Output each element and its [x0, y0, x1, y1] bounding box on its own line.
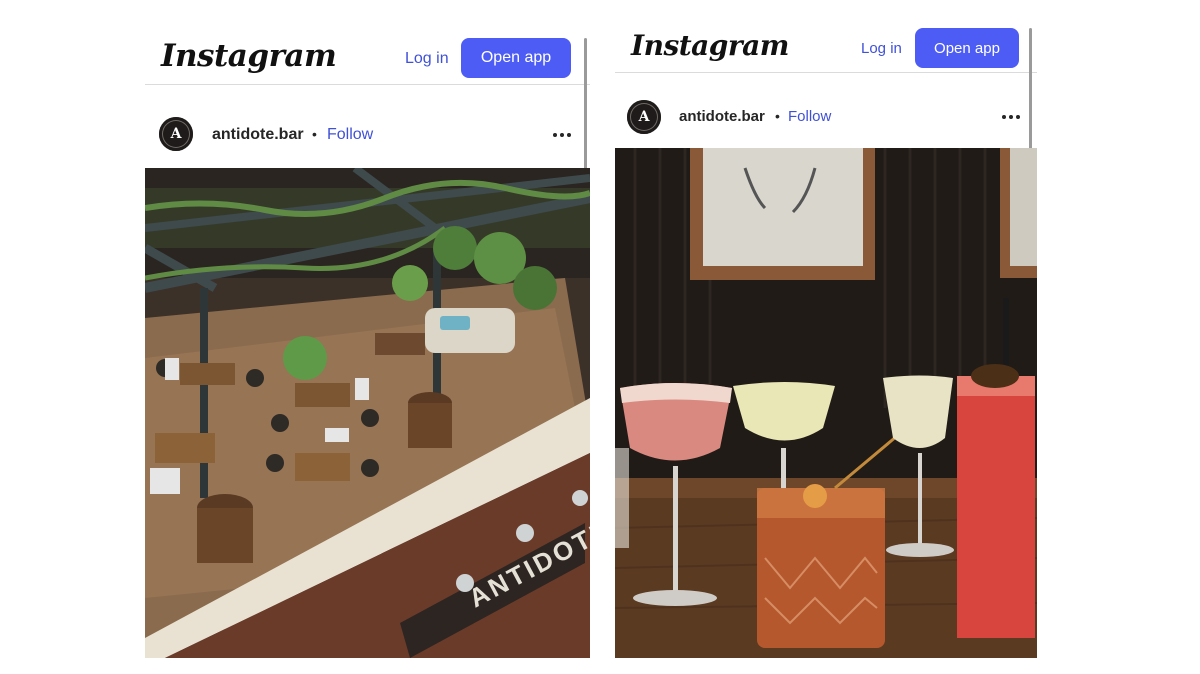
more-options-icon[interactable]: [1000, 108, 1022, 126]
open-app-button[interactable]: Open app: [915, 28, 1019, 68]
top-nav-bar: Instagram Log in Open app: [145, 30, 590, 85]
post-header: A antidote.bar • Follow: [615, 98, 1037, 138]
follow-button[interactable]: Follow: [327, 126, 373, 144]
post-image-cocktails[interactable]: [615, 148, 1037, 658]
instagram-logo[interactable]: Instagram: [631, 29, 789, 62]
instagram-logo[interactable]: Instagram: [161, 38, 337, 74]
separator-dot: •: [775, 108, 780, 124]
login-link[interactable]: Log in: [405, 50, 449, 68]
avatar[interactable]: A: [159, 117, 193, 151]
login-link[interactable]: Log in: [861, 40, 902, 57]
follow-button[interactable]: Follow: [788, 108, 831, 125]
post-username[interactable]: antidote.bar: [679, 108, 765, 125]
post-header: A antidote.bar • Follow: [145, 114, 590, 156]
open-app-button[interactable]: Open app: [461, 38, 571, 78]
post-username[interactable]: antidote.bar: [212, 126, 304, 144]
avatar[interactable]: A: [627, 100, 661, 134]
top-nav-bar: Instagram Log in Open app: [615, 22, 1037, 73]
right-instagram-screen: Instagram Log in Open app A antidote.bar…: [615, 0, 1037, 674]
more-options-icon[interactable]: [551, 126, 573, 144]
left-instagram-screen: Instagram Log in Open app A antidote.bar…: [145, 0, 590, 674]
post-image-rooftop-patio[interactable]: ANTIDOTE: [145, 168, 590, 658]
separator-dot: •: [312, 126, 317, 142]
